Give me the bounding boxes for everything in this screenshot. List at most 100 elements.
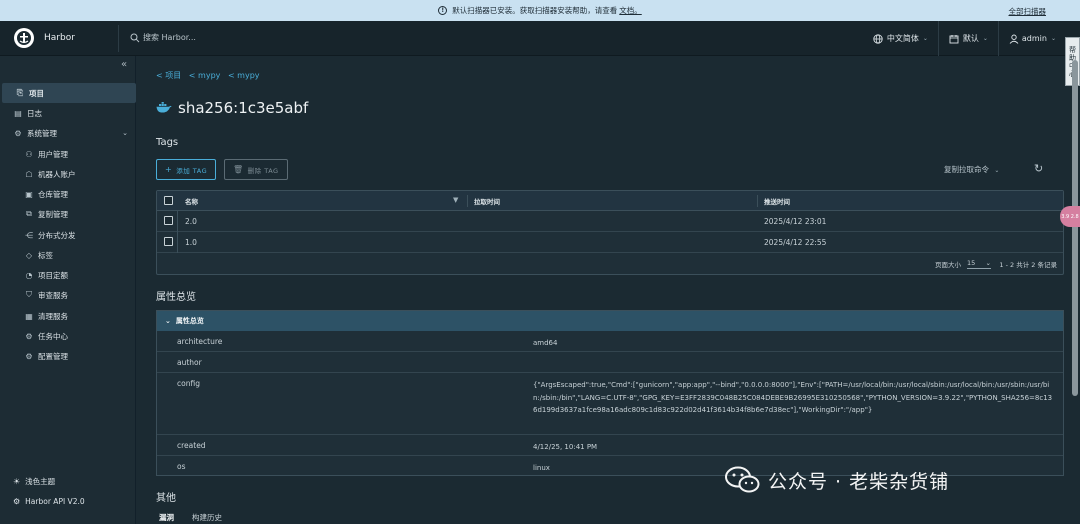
props-heading: 属性总览 bbox=[156, 292, 196, 303]
distribution-icon: ⋲ bbox=[25, 230, 33, 240]
sidebar-item-clean[interactable]: ▦ 清理服务 bbox=[0, 306, 136, 326]
theme-toggle[interactable]: ☀ 浅色主题 bbox=[13, 476, 55, 487]
filter-icon[interactable]: ▼ bbox=[453, 196, 458, 204]
chevron-down-icon: ⌄ bbox=[994, 167, 1000, 174]
chevron-down-icon: ⌄ bbox=[982, 35, 988, 42]
tab-vulnerabilities[interactable]: 漏洞 bbox=[159, 512, 174, 523]
property-key: created bbox=[177, 441, 206, 450]
sidebar-item-label: 项目 bbox=[29, 88, 44, 98]
sidebar-item-users[interactable]: ⚇ 用户管理 bbox=[0, 144, 136, 164]
delete-tag-label: 删除 TAG bbox=[247, 166, 279, 175]
row-checkbox[interactable] bbox=[164, 216, 173, 225]
sidebar-item-config[interactable]: ⚙ 配置管理 bbox=[0, 346, 136, 366]
banner-doc-link[interactable]: 文档。 bbox=[619, 5, 642, 16]
property-value: {"ArgsEscaped":true,"Cmd":["gunicorn","a… bbox=[533, 381, 1053, 414]
docker-whale-icon bbox=[156, 102, 172, 113]
users-icon: ⚇ bbox=[25, 149, 33, 159]
sidebar-item-label: 清理服务 bbox=[38, 311, 68, 321]
banner-scanners-link[interactable]: 全部扫描器 bbox=[1009, 6, 1047, 17]
sidebar-item-admin[interactable]: ⚙ 系统管理 ⌄ bbox=[0, 123, 136, 143]
refresh-icon[interactable]: ↻ bbox=[1034, 162, 1043, 175]
property-row: created 4/12/25, 10:41 PM bbox=[157, 435, 1063, 456]
chevron-down-icon: ⌄ bbox=[165, 317, 171, 325]
properties-panel-title: 属性总览 bbox=[175, 317, 204, 325]
api-link-label: Harbor API V2.0 bbox=[25, 497, 85, 506]
record-count: 1 - 2 共计 2 条记录 bbox=[999, 261, 1057, 269]
floating-widget-button[interactable]: 3.9 2.8 bbox=[1060, 206, 1080, 227]
sidebar-item-logs[interactable]: ▤ 日志 bbox=[0, 103, 136, 123]
watermark: 公众号 · 老柴杂货铺 bbox=[724, 466, 949, 494]
sidebar-item-registries[interactable]: ▣ 仓库管理 bbox=[0, 184, 136, 204]
theme-label: 默认 bbox=[962, 34, 979, 43]
column-header-name[interactable]: 名称 bbox=[185, 191, 198, 210]
api-link[interactable]: ⚙ Harbor API V2.0 bbox=[13, 497, 85, 506]
global-search[interactable]: 搜索 Harbor... bbox=[130, 32, 196, 43]
add-tag-label: 添加 TAG bbox=[176, 166, 208, 175]
tag-name: 2.0 bbox=[185, 216, 197, 226]
config-icon: ⚙ bbox=[25, 351, 33, 361]
column-divider bbox=[757, 195, 758, 207]
collapse-sidebar-icon[interactable]: « bbox=[121, 59, 127, 70]
column-divider bbox=[177, 211, 178, 232]
table-row[interactable]: 2.0 2025/4/12 23:01 bbox=[157, 211, 1063, 232]
main-content: < 项目 < mypy < mypy sha256:1c3e5abf Tags … bbox=[136, 56, 1068, 524]
breadcrumb-projects[interactable]: < 项目 bbox=[156, 71, 181, 80]
admin-icon: ⚙ bbox=[14, 128, 22, 138]
sidebar-item-interrogation[interactable]: ⛉ 审查服务 bbox=[0, 285, 136, 305]
language-dropdown[interactable]: 中文简体 ⌄ bbox=[863, 21, 938, 56]
sidebar-item-distribution[interactable]: ⋲ 分布式分发 bbox=[0, 225, 136, 245]
sidebar-item-label: 标签 bbox=[38, 250, 53, 260]
column-header-push-time[interactable]: 推送时间 bbox=[764, 191, 790, 210]
properties-panel-header[interactable]: ⌄ 属性总览 bbox=[157, 311, 1063, 331]
chevron-down-icon: ⌄ bbox=[922, 35, 928, 42]
property-value: amd64 bbox=[533, 339, 558, 347]
property-row: author bbox=[157, 352, 1063, 373]
brand-name[interactable]: Harbor bbox=[44, 33, 75, 43]
breadcrumb-mypy-repo[interactable]: < mypy bbox=[228, 71, 260, 80]
add-tag-button[interactable]: + 添加 TAG bbox=[156, 159, 217, 180]
tag-name: 1.0 bbox=[185, 237, 197, 247]
trash-icon: 🗑 bbox=[233, 165, 244, 174]
column-divider bbox=[177, 232, 178, 253]
tab-build-history[interactable]: 构建历史 bbox=[192, 512, 222, 523]
page-size-value: 15 bbox=[967, 258, 976, 267]
sidebar-item-label: 复制管理 bbox=[38, 209, 68, 219]
page-size-select[interactable]: 15 ⌄ bbox=[967, 257, 991, 269]
robot-icon: ☖ bbox=[25, 169, 33, 179]
select-all-checkbox[interactable] bbox=[164, 195, 173, 205]
calendar-icon bbox=[949, 34, 959, 43]
sidebar-item-robots[interactable]: ☖ 机器人账户 bbox=[0, 164, 136, 184]
chevron-down-icon: ⌄ bbox=[985, 258, 991, 267]
property-row: architecture amd64 bbox=[157, 331, 1063, 352]
sidebar-item-labels[interactable]: ◇ 标签 bbox=[0, 245, 136, 265]
sidebar-item-quotas[interactable]: ◔ 项目定额 bbox=[0, 265, 136, 285]
sidebar-item-label: 用户管理 bbox=[38, 149, 68, 159]
sidebar-item-projects[interactable]: ⎘ 项目 bbox=[2, 83, 136, 103]
registry-icon: ▣ bbox=[25, 189, 33, 199]
tag-icon: ◇ bbox=[25, 250, 33, 260]
artifact-digest: sha256:1c3e5abf bbox=[178, 99, 309, 117]
banner-message: 默认扫描器已安装。获取扫描器安装帮助，请查看 bbox=[452, 6, 618, 15]
info-banner: ! 默认扫描器已安装。获取扫描器安装帮助，请查看 文档。 全部扫描器 bbox=[0, 0, 1080, 21]
property-value: 4/12/25, 10:41 PM bbox=[533, 443, 598, 451]
breadcrumb-mypy-project[interactable]: < mypy bbox=[189, 71, 221, 80]
delete-tag-button[interactable]: 🗑 删除 TAG bbox=[224, 159, 288, 180]
replication-icon: ⧉ bbox=[26, 209, 32, 218]
harbor-logo-icon[interactable] bbox=[14, 28, 34, 48]
copy-pull-command-dropdown[interactable]: 复制拉取命令 ⌄ bbox=[944, 164, 999, 175]
table-footer: 页面大小 15 ⌄ 1 - 2 共计 2 条记录 bbox=[157, 252, 1063, 274]
header-right: 中文简体 ⌄ 默认 ⌄ admin ⌄ bbox=[863, 21, 1080, 56]
search-input[interactable]: 搜索 Harbor... bbox=[143, 32, 196, 43]
clean-icon: ▦ bbox=[25, 311, 33, 321]
sidebar-item-jobs[interactable]: ⚙ 任务中心 bbox=[0, 326, 136, 346]
sidebar-item-label: 日志 bbox=[27, 108, 42, 118]
row-checkbox[interactable] bbox=[164, 237, 173, 246]
table-row[interactable]: 1.0 2025/4/12 22:55 bbox=[157, 232, 1063, 253]
page-scrollbar[interactable] bbox=[1072, 60, 1078, 396]
theme-dropdown[interactable]: 默认 ⌄ bbox=[937, 21, 998, 56]
theme-toggle-label: 浅色主题 bbox=[25, 477, 56, 486]
sidebar-item-replications[interactable]: ⧉ 复制管理 bbox=[0, 204, 136, 224]
page-size-label: 页面大小 bbox=[935, 261, 961, 269]
properties-panel: ⌄ 属性总览 architecture amd64 author config … bbox=[156, 310, 1064, 476]
column-header-pull-time[interactable]: 拉取时间 bbox=[474, 191, 500, 210]
